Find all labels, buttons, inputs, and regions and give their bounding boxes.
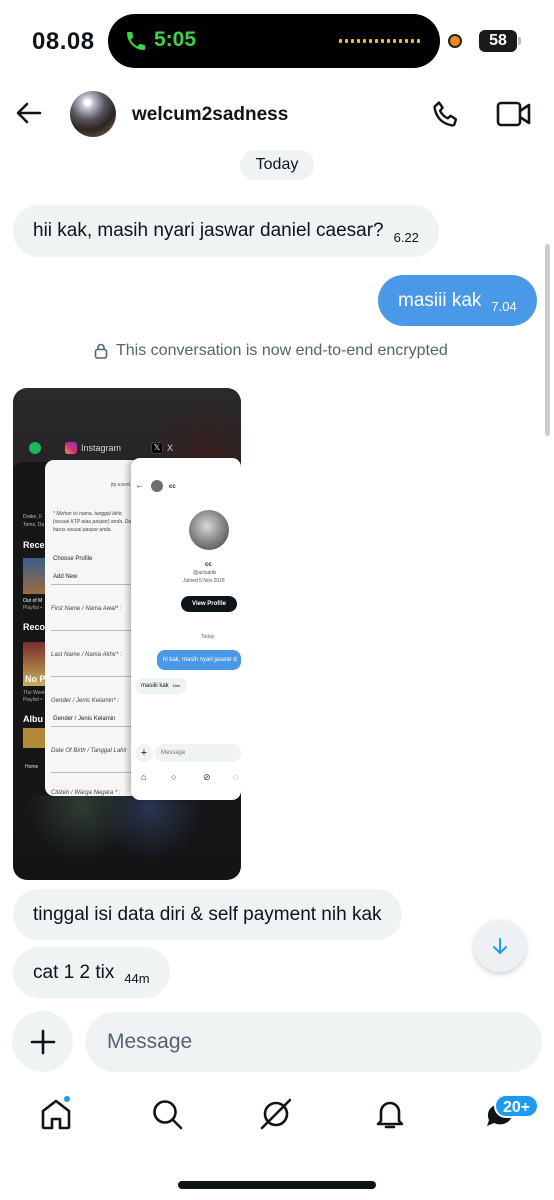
add-attachment-button[interactable] xyxy=(12,1011,73,1072)
phone-call-icon xyxy=(127,32,145,50)
message-text: hii kak, masih nyari jaswar daniel caesa… xyxy=(33,220,384,241)
message-time: 44m xyxy=(124,971,150,986)
grok-icon[interactable] xyxy=(258,1096,294,1132)
video-camera-icon[interactable] xyxy=(496,100,532,128)
x-search-icon: ○ xyxy=(171,772,177,782)
home-indicator[interactable] xyxy=(178,1181,376,1189)
x-outgoing-bubble: hi kak, masih nyari jaswar d xyxy=(157,650,241,670)
bell-icon[interactable] xyxy=(372,1096,408,1132)
message-time: 6.22 xyxy=(393,229,419,245)
x-grok-icon: ⊘ xyxy=(203,772,211,782)
contact-name[interactable]: welcum2sadness xyxy=(132,104,288,126)
messages-badge: 20+ xyxy=(494,1094,540,1118)
image-attachment[interactable]: Instagram 𝕏 X Drake, F Tems, Da Recen Ou… xyxy=(13,388,241,880)
message-text: masiii kak xyxy=(398,289,482,311)
battery-tip xyxy=(518,37,521,45)
arrow-down-icon xyxy=(493,938,507,954)
x-message-input: Message xyxy=(155,744,241,762)
scrollbar[interactable] xyxy=(545,244,550,436)
call-duration: 5:05 xyxy=(154,28,197,51)
bottom-navigation: 20+ xyxy=(0,1086,554,1150)
plus-icon xyxy=(30,1029,55,1054)
scroll-to-bottom-button[interactable] xyxy=(474,920,526,972)
status-time: 08.08 xyxy=(32,28,95,55)
message-bubble-outgoing[interactable]: masiii kak 7.04 xyxy=(378,275,537,326)
search-icon[interactable] xyxy=(149,1096,185,1132)
message-text: cat 1 2 tix xyxy=(33,961,115,983)
x-incoming-bubble: masiiii kak 18m xyxy=(135,678,187,694)
conversation-header: welcum2sadness xyxy=(0,84,554,146)
x-bell-icon: ◌ xyxy=(233,772,239,782)
battery-level: 58 xyxy=(479,30,517,52)
home-notification-dot xyxy=(62,1094,72,1104)
x-app-label: 𝕏 X xyxy=(151,440,173,456)
audio-waveform-icon xyxy=(339,39,420,43)
message-bubble-incoming[interactable]: hii kak, masih nyari jaswar daniel caesa… xyxy=(13,205,439,257)
contact-avatar[interactable] xyxy=(70,91,116,137)
lock-icon xyxy=(94,343,108,359)
phone-icon[interactable] xyxy=(430,98,462,130)
arrow-left-icon[interactable] xyxy=(14,98,44,128)
x-plus-icon: + xyxy=(135,744,153,762)
message-time: 7.04 xyxy=(491,299,517,314)
x-logo-icon: 𝕏 xyxy=(151,442,163,454)
dynamic-island[interactable]: 5:05 xyxy=(108,14,440,68)
message-bubble-incoming[interactable]: tinggal isi data diri & self payment nih… xyxy=(13,889,402,940)
encryption-text: This conversation is now end-to-end encr… xyxy=(116,342,448,359)
spotify-icon xyxy=(29,442,41,454)
instagram-app-label: Instagram xyxy=(65,440,121,456)
x-avatar-small xyxy=(151,480,163,492)
encryption-notice: This conversation is now end-to-end encr… xyxy=(94,342,448,360)
message-bubble-incoming[interactable]: cat 1 2 tix 44m xyxy=(13,947,170,998)
spotify-app-label xyxy=(29,440,41,456)
date-separator: Today xyxy=(240,150,314,180)
x-dm-card: ← cc cc @achabils Joined 5 Nov 2018 View… xyxy=(131,458,241,800)
x-view-profile-button: View Profile xyxy=(181,596,237,612)
message-text: tinggal isi data diri & self payment nih… xyxy=(33,903,382,925)
instagram-icon xyxy=(65,442,77,454)
x-home-icon: ⌂ xyxy=(141,772,147,782)
mic-indicator-icon xyxy=(448,34,462,48)
x-avatar-large xyxy=(189,510,229,550)
status-bar: 08.08 5:05 58 xyxy=(0,0,554,84)
message-input[interactable] xyxy=(85,1012,542,1072)
